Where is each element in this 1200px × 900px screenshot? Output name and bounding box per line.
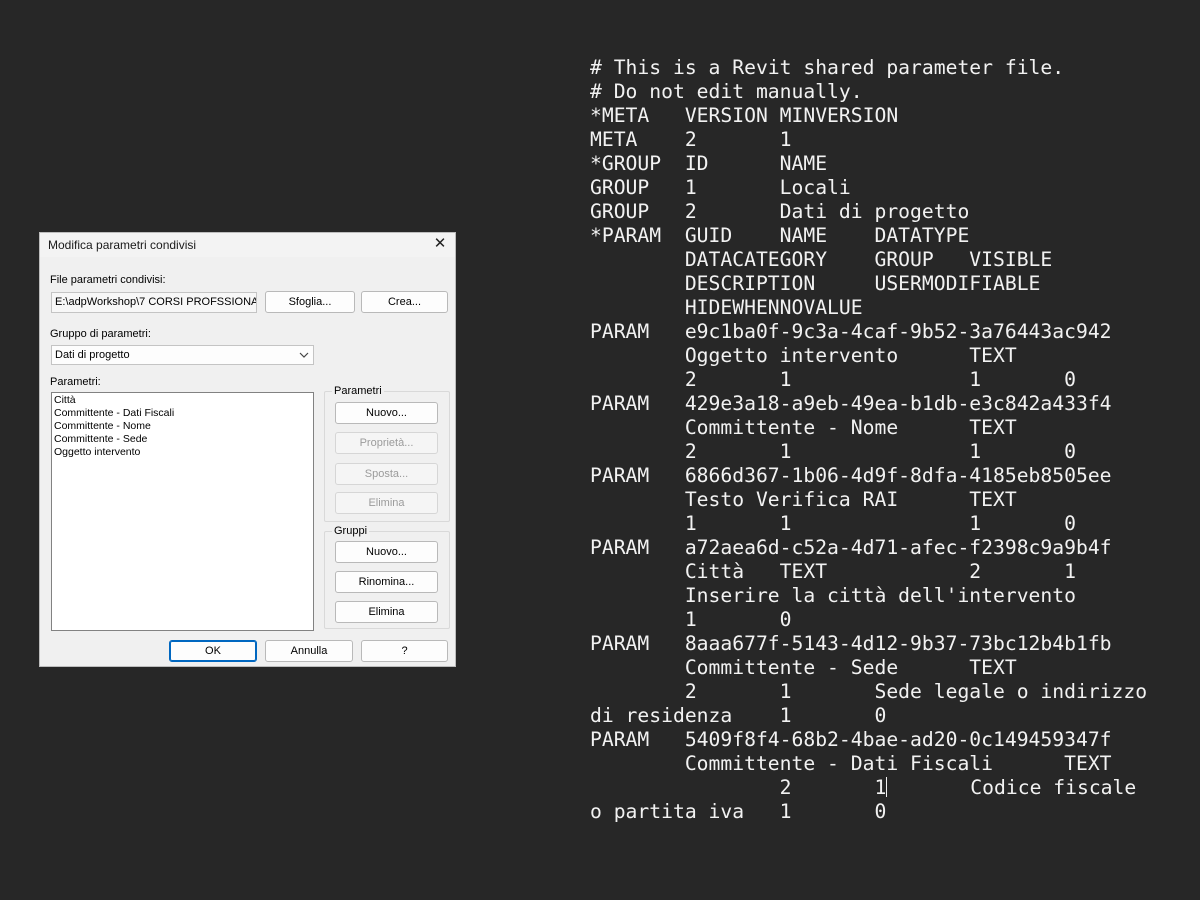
- list-item[interactable]: Committente - Sede: [54, 433, 311, 446]
- edit-shared-parameters-dialog: Modifica parametri condivisi ✕ File para…: [39, 232, 456, 667]
- file-line: Committente - Sede TEXT: [590, 656, 1017, 679]
- file-line: Città TEXT 2 1: [590, 560, 1076, 583]
- file-line: o partita iva 1 0: [590, 800, 887, 823]
- file-line: DESCRIPTION USERMODIFIABLE: [590, 272, 1041, 295]
- shared-file-path-field[interactable]: E:\adpWorkshop\7 CORSI PROFSSIONAL: [51, 292, 257, 313]
- file-line: Oggetto intervento TEXT: [590, 344, 1017, 367]
- file-line: # This is a Revit shared parameter file.: [590, 56, 1065, 79]
- file-line: META 2 1: [590, 128, 792, 151]
- list-item[interactable]: Committente - Dati Fiscali: [54, 407, 311, 420]
- help-button[interactable]: ?: [361, 640, 448, 662]
- file-line: GROUP 1 Locali: [590, 176, 851, 199]
- delete-group-button[interactable]: Elimina: [335, 601, 438, 623]
- file-line: PARAM 5409f8f4-68b2-4bae-ad20-0c14945934…: [590, 728, 1112, 751]
- shared-file-label: File parametri condivisi:: [50, 274, 166, 286]
- parameters-listbox[interactable]: Città Committente - Dati Fiscali Committ…: [51, 392, 314, 631]
- file-line: 1 0: [590, 608, 792, 631]
- file-line: Testo Verifica RAI TEXT: [590, 488, 1017, 511]
- parameter-group-selected: Dati di progetto: [55, 349, 130, 361]
- file-line: GROUP 2 Dati di progetto: [590, 200, 970, 223]
- dialog-title: Modifica parametri condivisi: [48, 238, 197, 252]
- list-item[interactable]: Città: [54, 394, 311, 407]
- file-line: Inserire la città dell'intervento: [590, 584, 1076, 607]
- parameter-properties-button[interactable]: Proprietà...: [335, 432, 438, 454]
- file-line: 2 1 1 0: [590, 440, 1076, 463]
- list-item[interactable]: Oggetto intervento: [54, 446, 311, 459]
- file-line: PARAM 429e3a18-a9eb-49ea-b1db-e3c842a433…: [590, 392, 1112, 415]
- parameter-group-label: Gruppo di parametri:: [50, 328, 151, 340]
- rename-group-button[interactable]: Rinomina...: [335, 571, 438, 593]
- file-line: *GROUP ID NAME: [590, 152, 828, 175]
- new-parameter-button[interactable]: Nuovo...: [335, 402, 438, 424]
- file-line: Committente - Dati Fiscali TEXT: [590, 752, 1112, 775]
- file-line: *META VERSION MINVERSION: [590, 104, 899, 127]
- delete-parameter-button[interactable]: Elimina: [335, 492, 438, 514]
- create-button[interactable]: Crea...: [361, 291, 448, 313]
- parameter-group-select[interactable]: Dati di progetto: [51, 345, 314, 365]
- shared-parameter-file-text[interactable]: # This is a Revit shared parameter file.…: [590, 56, 1190, 824]
- dialog-title-bar[interactable]: Modifica parametri condivisi ✕: [40, 233, 455, 257]
- file-line: PARAM 6866d367-1b06-4d9f-8dfa-4185eb8505…: [590, 464, 1112, 487]
- parameters-label: Parametri:: [50, 376, 101, 388]
- file-line: *PARAM GUID NAME DATATYPE: [590, 224, 970, 247]
- file-line: 2 1 Codice fiscale: [590, 776, 1137, 799]
- move-parameter-button[interactable]: Sposta...: [335, 463, 438, 485]
- file-line: # Do not edit manually.: [590, 80, 863, 103]
- browse-button[interactable]: Sfoglia...: [265, 291, 355, 313]
- new-group-button[interactable]: Nuovo...: [335, 541, 438, 563]
- ok-button[interactable]: OK: [169, 640, 257, 662]
- file-line: di residenza 1 0: [590, 704, 887, 727]
- file-line: PARAM 8aaa677f-5143-4d12-9b37-73bc12b4b1…: [590, 632, 1112, 655]
- parameters-groupbox-title: Parametri: [332, 385, 384, 397]
- file-line: 1 1 1 0: [590, 512, 1076, 535]
- file-line: HIDEWHENNOVALUE: [590, 296, 863, 319]
- file-line: PARAM a72aea6d-c52a-4d71-afec-f2398c9a9b…: [590, 536, 1112, 559]
- file-line: 2 1 1 0: [590, 368, 1076, 391]
- text-cursor: [886, 777, 888, 797]
- close-icon[interactable]: ✕: [430, 235, 450, 253]
- chevron-down-icon: [299, 352, 309, 358]
- cancel-button[interactable]: Annulla: [265, 640, 353, 662]
- file-line: 2 1 Sede legale o indirizzo: [590, 680, 1148, 703]
- groups-groupbox-title: Gruppi: [332, 525, 370, 537]
- list-item[interactable]: Committente - Nome: [54, 420, 311, 433]
- file-line: PARAM e9c1ba0f-9c3a-4caf-9b52-3a76443ac9…: [590, 320, 1112, 343]
- file-line: Committente - Nome TEXT: [590, 416, 1017, 439]
- file-line: DATACATEGORY GROUP VISIBLE: [590, 248, 1053, 271]
